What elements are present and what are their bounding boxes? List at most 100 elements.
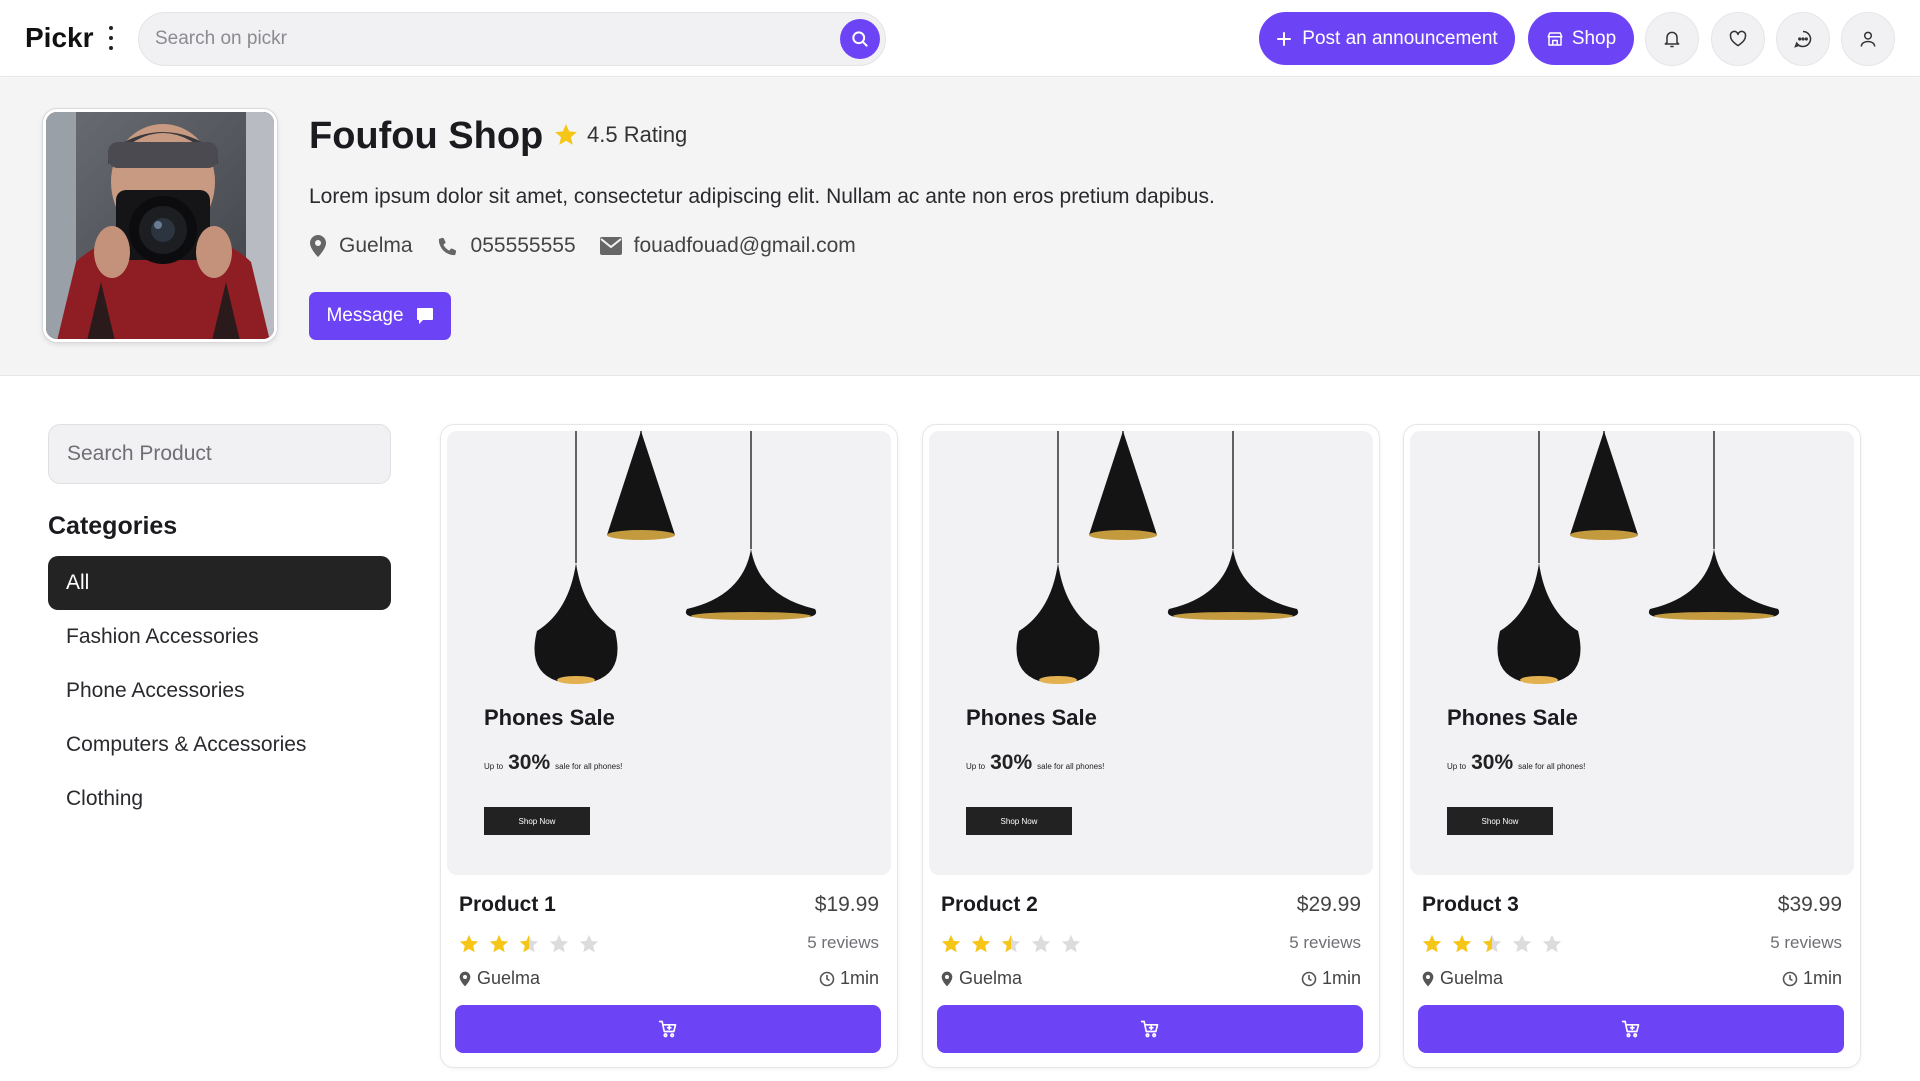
clock-icon bbox=[819, 971, 835, 986]
star-icon bbox=[1031, 934, 1051, 953]
star-icon bbox=[489, 934, 509, 953]
add-to-cart-button[interactable] bbox=[455, 1005, 881, 1053]
product-image[interactable]: Phones Sale Up to 30% sale for all phone… bbox=[1410, 431, 1854, 875]
category-clothing[interactable]: Clothing bbox=[48, 772, 391, 826]
shop-email[interactable]: fouadfouad@gmail.com bbox=[599, 234, 856, 258]
promo-upto: Up to bbox=[966, 762, 986, 771]
user-icon bbox=[1860, 31, 1876, 47]
promo-percent: 30% bbox=[990, 751, 1033, 774]
shop-description: Lorem ipsum dolor sit amet, consectetur … bbox=[309, 185, 1215, 208]
app-logo[interactable]: Pickr bbox=[25, 22, 94, 54]
product-image[interactable]: Phones Sale Up to 30% sale for all phone… bbox=[929, 431, 1373, 875]
more-menu-icon[interactable] bbox=[106, 26, 116, 50]
product-location: Guelma bbox=[941, 968, 1022, 989]
product-location: Guelma bbox=[1422, 968, 1503, 989]
product-location-text: Guelma bbox=[959, 968, 1023, 988]
shop-phone-text: 055555555 bbox=[470, 234, 576, 257]
shop-label: Shop bbox=[1571, 27, 1617, 49]
promo-title: Phones Sale bbox=[1447, 705, 1578, 730]
clock-icon bbox=[1301, 971, 1317, 986]
shop-name: Foufou Shop bbox=[309, 115, 544, 157]
product-rating-stars bbox=[1421, 933, 1563, 955]
category-computers-accessories[interactable]: Computers & Accessories bbox=[48, 718, 391, 772]
search-icon bbox=[852, 31, 868, 47]
messages-button[interactable] bbox=[1776, 12, 1830, 66]
promo-upto: Up to bbox=[484, 762, 504, 771]
product-time-text: 1min bbox=[1321, 968, 1361, 988]
cart-icon bbox=[1140, 1020, 1159, 1038]
product-name[interactable]: Product 1 bbox=[459, 893, 556, 917]
product-time-text: 1min bbox=[1802, 968, 1842, 988]
product-time: 1min bbox=[1782, 968, 1842, 989]
product-image[interactable]: Phones Sale Up to 30% sale for all phone… bbox=[447, 431, 891, 875]
promo-percent: 30% bbox=[508, 751, 551, 774]
product-reviews[interactable]: 5 reviews bbox=[1289, 933, 1361, 953]
add-to-cart-button[interactable] bbox=[937, 1005, 1363, 1053]
star-icon bbox=[971, 934, 991, 953]
map-pin-icon bbox=[1422, 971, 1434, 986]
message-button[interactable]: Message bbox=[309, 292, 451, 340]
product-card-3[interactable]: Phones Sale Up to 30% sale for all phone… bbox=[1403, 424, 1861, 1068]
shop-button[interactable]: Shop bbox=[1528, 12, 1634, 65]
category-phone-accessories[interactable]: Phone Accessories bbox=[48, 664, 391, 718]
cart-icon bbox=[1621, 1020, 1640, 1038]
shop-phone[interactable]: 055555555 bbox=[437, 234, 576, 258]
star-icon bbox=[1542, 934, 1562, 953]
product-search bbox=[48, 424, 391, 484]
search-button[interactable] bbox=[840, 19, 880, 59]
shop-profile-banner: Foufou Shop 4.5 Rating Lorem ipsum dolor… bbox=[0, 78, 1920, 376]
product-time-text: 1min bbox=[839, 968, 879, 988]
promo-discount: Up to 30% sale for all phones! bbox=[1447, 751, 1585, 775]
product-name[interactable]: Product 2 bbox=[941, 893, 1038, 917]
favorites-button[interactable] bbox=[1711, 12, 1765, 66]
shop-now-button[interactable]: Shop Now bbox=[484, 807, 590, 835]
global-search-input[interactable] bbox=[155, 13, 815, 65]
map-pin-icon bbox=[459, 971, 471, 986]
categories-title: Categories bbox=[48, 512, 178, 540]
product-card-2[interactable]: Phones Sale Up to 30% sale for all phone… bbox=[922, 424, 1380, 1068]
promo-subtitle: sale for all phones! bbox=[1518, 762, 1586, 771]
product-time: 1min bbox=[1301, 968, 1361, 989]
post-announcement-button[interactable]: Post an announcement bbox=[1259, 12, 1515, 65]
star-icon bbox=[1422, 934, 1442, 953]
product-time: 1min bbox=[819, 968, 879, 989]
category-all[interactable]: All bbox=[48, 556, 391, 610]
notifications-button[interactable] bbox=[1645, 12, 1699, 66]
promo-percent: 30% bbox=[1471, 751, 1514, 774]
global-search-bar bbox=[138, 12, 886, 66]
product-name[interactable]: Product 3 bbox=[1422, 893, 1519, 917]
star-icon bbox=[1482, 934, 1502, 953]
shop-now-button[interactable]: Shop Now bbox=[1447, 807, 1553, 835]
product-location-text: Guelma bbox=[477, 968, 541, 988]
star-icon bbox=[555, 124, 577, 145]
phone-icon bbox=[438, 237, 456, 256]
product-price: $19.99 bbox=[814, 893, 879, 916]
star-icon bbox=[1452, 934, 1472, 953]
product-card-1[interactable]: Phones Sale Up to 30% sale for all phone… bbox=[440, 424, 898, 1068]
category-fashion-accessories[interactable]: Fashion Accessories bbox=[48, 610, 391, 664]
add-to-cart-button[interactable] bbox=[1418, 1005, 1844, 1053]
chat-icon bbox=[1794, 30, 1812, 48]
bell-icon bbox=[1664, 31, 1680, 48]
promo-discount: Up to 30% sale for all phones! bbox=[484, 751, 622, 775]
clock-icon bbox=[1782, 971, 1798, 986]
profile-button[interactable] bbox=[1841, 12, 1895, 66]
map-pin-icon bbox=[310, 235, 326, 257]
shop-location-text: Guelma bbox=[339, 234, 413, 257]
post-announcement-label: Post an announcement bbox=[1302, 27, 1498, 49]
product-reviews[interactable]: 5 reviews bbox=[1770, 933, 1842, 953]
product-rating-stars bbox=[940, 933, 1082, 955]
map-pin-icon bbox=[941, 971, 953, 986]
promo-title: Phones Sale bbox=[484, 705, 615, 730]
cart-icon bbox=[658, 1020, 677, 1038]
shop-rating-text: 4.5 Rating bbox=[587, 122, 688, 147]
product-search-input[interactable] bbox=[49, 425, 390, 483]
star-icon bbox=[1512, 934, 1532, 953]
shop-email-text: fouadfouad@gmail.com bbox=[633, 234, 856, 257]
star-icon bbox=[579, 934, 599, 953]
shop-now-button[interactable]: Shop Now bbox=[966, 807, 1072, 835]
product-location-text: Guelma bbox=[1440, 968, 1504, 988]
star-icon bbox=[519, 934, 539, 953]
product-reviews[interactable]: 5 reviews bbox=[807, 933, 879, 953]
star-icon bbox=[941, 934, 961, 953]
